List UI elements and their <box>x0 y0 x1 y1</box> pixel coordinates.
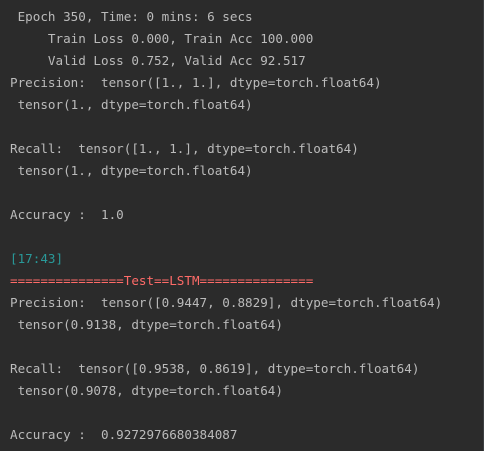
console-line-test-recall-mean: tensor(0.9078, dtype=torch.float64) <box>10 383 283 398</box>
console-line-precision: Precision: tensor([1., 1.], dtype=torch.… <box>10 75 382 90</box>
console-output[interactable]: Epoch 350, Time: 0 mins: 6 secs Train Lo… <box>0 0 484 451</box>
console-line-test-accuracy: Accuracy : 0.9272976680384087 <box>10 427 238 442</box>
console-line-accuracy: Accuracy : 1.0 <box>10 207 124 222</box>
console-line-recall: Recall: tensor([1., 1.], dtype=torch.flo… <box>10 141 359 156</box>
console-line-train-loss: Train Loss 0.000, Train Acc 100.000 <box>10 31 314 46</box>
console-line-test-recall: Recall: tensor([0.9538, 0.8619], dtype=t… <box>10 361 420 376</box>
console-line-valid-loss: Valid Loss 0.752, Valid Acc 92.517 <box>10 53 306 68</box>
console-line-test-precision-mean: tensor(0.9138, dtype=torch.float64) <box>10 317 283 332</box>
console-line-timestamp: [17:43] <box>10 251 64 266</box>
console-line-test-precision: Precision: tensor([0.9447, 0.8829], dtyp… <box>10 295 443 310</box>
console-line-recall-mean: tensor(1., dtype=torch.float64) <box>10 163 253 178</box>
console-line-test-header: ===============Test==LSTM=============== <box>10 273 314 288</box>
console-line-precision-mean: tensor(1., dtype=torch.float64) <box>10 97 253 112</box>
console-line-epoch: Epoch 350, Time: 0 mins: 6 secs <box>10 9 253 24</box>
